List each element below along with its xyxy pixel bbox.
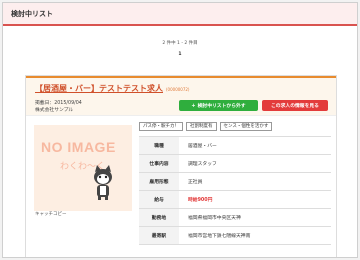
detail-label: 最寄駅 [139, 226, 179, 245]
job-meta: 掲載日：2015/09/04 株式会社サンプル [35, 100, 82, 114]
detail-value: 福岡県福岡市中央区天神 [179, 208, 331, 227]
job-title-row: 【居酒屋・バー】テストテスト求人 (00000072) [35, 83, 189, 94]
table-row: 勤務地 福岡県福岡市中央区天神 [139, 208, 331, 227]
view-job-details-button[interactable]: この求人の情報を見る [262, 100, 328, 111]
salary-value: 時給900円 [179, 190, 331, 209]
detail-label: 給与 [139, 190, 179, 209]
remove-from-list-label: 検討中リストから外す [197, 104, 246, 109]
detail-value: 福岡市営地下鉄七隈線天神南 [179, 226, 331, 245]
pager-info: 2 件中 1 - 2 件目 [162, 41, 198, 46]
job-title-link[interactable]: 【居酒屋・バー】テストテスト求人 [35, 83, 163, 94]
table-row: 職種 居酒屋・バー [139, 136, 331, 155]
feature-tag: センス・個性を活かす [219, 122, 273, 131]
feature-tag: パス停・駅チカ！ [139, 122, 183, 131]
table-row: 仕事内容 調理スタッフ [139, 154, 331, 173]
job-code: (00000072) [166, 87, 190, 92]
detail-label: 雇用形態 [139, 172, 179, 191]
detail-value: 正社員 [179, 172, 331, 191]
job-card: 【居酒屋・バー】テストテスト求人 (00000072) 掲載日：2015/09/… [25, 75, 337, 257]
no-image-text: NO IMAGE [41, 139, 116, 155]
page-header: 検討中リスト [3, 3, 357, 26]
company-name: 株式会社サンプル [35, 108, 74, 113]
detail-label: 勤務地 [139, 208, 179, 227]
favorites-page: 検討中リスト 2 件中 1 - 2 件目 1 【居酒屋・バー】テストテスト求人 … [2, 2, 358, 258]
job-details-table: 職種 居酒屋・バー 仕事内容 調理スタッフ 雇用形態 正社員 給与 時給900円… [139, 136, 331, 245]
table-row: 最寄駅 福岡市営地下鉄七隈線天神南 [139, 226, 331, 245]
remove-from-list-button[interactable]: + 検討中リストから外す [179, 100, 258, 111]
table-row: 給与 時給900円 [139, 190, 331, 209]
detail-label: 仕事内容 [139, 154, 179, 173]
plus-icon: + [191, 102, 196, 109]
pager-current-page[interactable]: 1 [178, 52, 181, 57]
posted-date: 掲載日：2015/09/04 [35, 101, 82, 106]
pager: 1 [3, 51, 357, 57]
feature-tags: パス停・駅チカ！ 社割制度有 センス・個性を活かす [139, 122, 273, 131]
mascot-cat-icon [94, 165, 112, 200]
feature-tag: 社割制度有 [186, 122, 217, 131]
table-row: 雇用形態 正社員 [139, 172, 331, 191]
no-image-placeholder: NO IMAGE わくわ〜く [34, 125, 132, 211]
detail-label: 職種 [139, 136, 179, 155]
detail-value: 居酒屋・バー [179, 136, 331, 155]
view-job-details-label: この求人の情報を見る [271, 104, 319, 109]
job-card-header: 【居酒屋・バー】テストテスト求人 (00000072) 掲載日：2015/09/… [26, 76, 336, 116]
detail-value: 調理スタッフ [179, 154, 331, 173]
page-title: 検討中リスト [11, 9, 53, 18]
catch-copy: キャッチコピー [35, 212, 67, 217]
